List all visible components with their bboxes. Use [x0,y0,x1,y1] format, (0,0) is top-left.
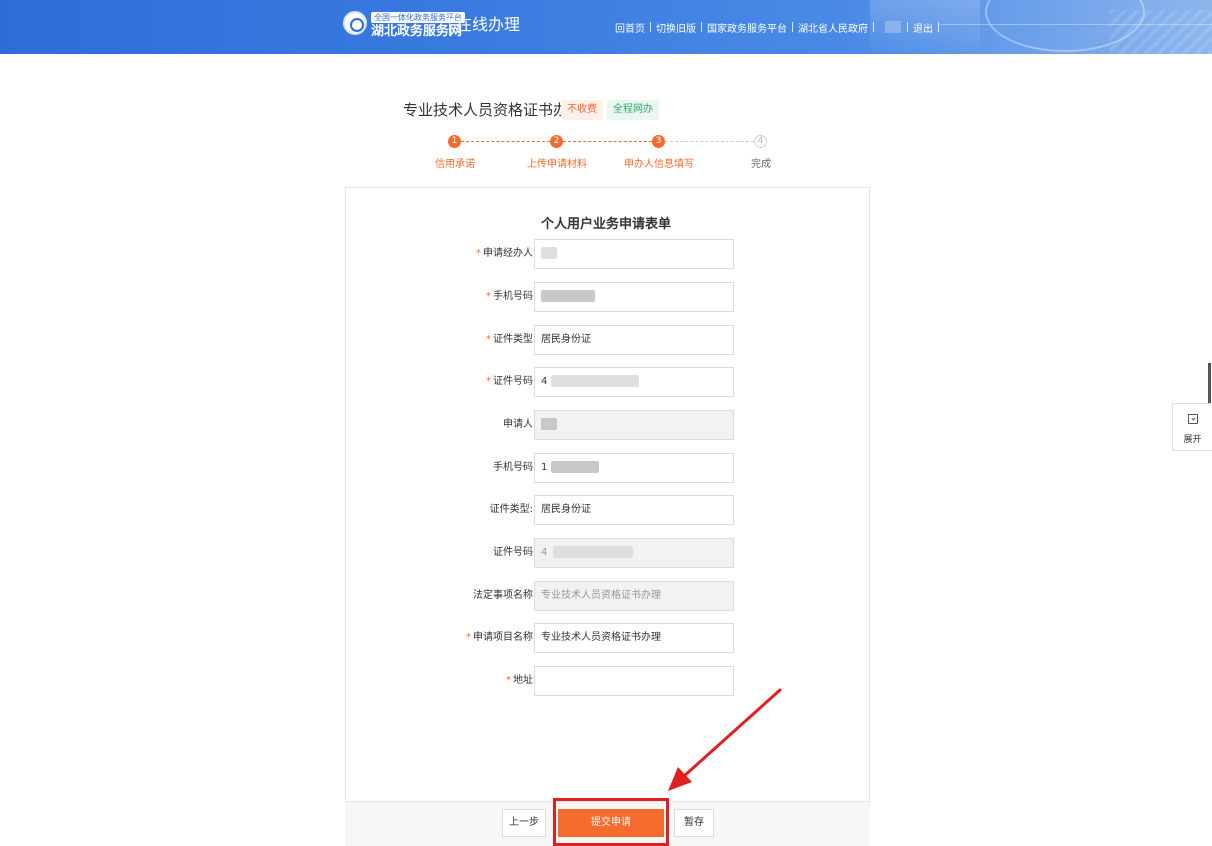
arrow-shaft [681,688,782,779]
expand-panel-button[interactable]: 展开 [1172,403,1212,451]
expand-icon [1187,414,1198,424]
expand-label: 展开 [1183,435,1202,445]
annotation-arrow [668,688,782,791]
